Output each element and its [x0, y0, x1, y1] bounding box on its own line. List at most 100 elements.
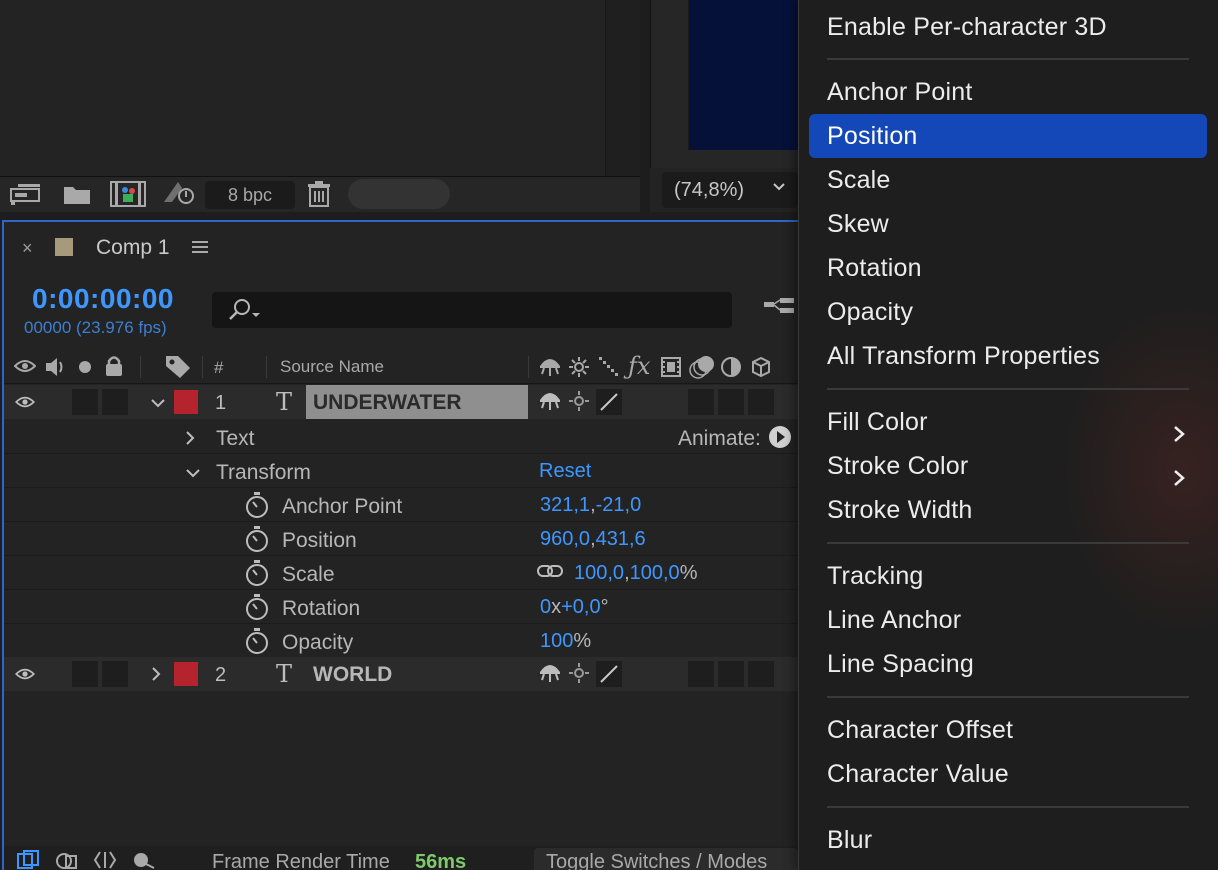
- chevron-right-icon[interactable]: [184, 430, 196, 451]
- chevron-right-icon[interactable]: [150, 666, 162, 687]
- stopwatch-icon[interactable]: [244, 559, 270, 592]
- menu-item-enable-per-character-3d[interactable]: Enable Per-character 3D: [809, 5, 1207, 49]
- in-out-duration-icon[interactable]: [92, 850, 118, 870]
- color-depth-button[interactable]: 8 bpc: [205, 181, 295, 209]
- menu-item-opacity[interactable]: Opacity: [809, 290, 1207, 334]
- lock-switch[interactable]: [102, 661, 128, 687]
- anchor-y-value[interactable]: -21,0: [596, 494, 642, 516]
- scale-value[interactable]: 100,0,100,0%: [574, 562, 697, 585]
- property-row[interactable]: [4, 624, 798, 658]
- menu-item-character-offset[interactable]: Character Offset: [809, 708, 1207, 752]
- menu-item-anchor-point[interactable]: Anchor Point: [809, 70, 1207, 114]
- rotation-degrees-value[interactable]: +0,0: [561, 596, 600, 618]
- layer-number: 2: [215, 664, 227, 686]
- scale-y-value[interactable]: 100,0: [630, 562, 680, 584]
- transform-reset-link[interactable]: Reset: [539, 460, 591, 483]
- quality-switch[interactable]: [596, 661, 622, 687]
- property-row[interactable]: [4, 522, 798, 556]
- layer-name[interactable]: UNDERWATER: [313, 391, 462, 415]
- layer-search-input[interactable]: [212, 292, 732, 328]
- adjustment-switch[interactable]: [718, 389, 744, 415]
- new-folder-icon[interactable]: [62, 182, 94, 211]
- solo-switch[interactable]: [72, 389, 98, 415]
- project-scrollbar[interactable]: [606, 0, 640, 178]
- menu-separator: [827, 696, 1189, 698]
- menu-separator: [827, 542, 1189, 544]
- adjustment-switch[interactable]: [718, 661, 744, 687]
- transform-group-row[interactable]: [4, 454, 798, 488]
- stopwatch-icon[interactable]: [244, 491, 270, 524]
- menu-item-all-transform-properties[interactable]: All Transform Properties: [809, 334, 1207, 378]
- menu-item-character-value[interactable]: Character Value: [809, 752, 1207, 796]
- anchor-x-value[interactable]: 321,1: [540, 494, 590, 516]
- collapse-switch-icon[interactable]: [568, 662, 590, 689]
- menu-item-skew[interactable]: Skew: [809, 202, 1207, 246]
- animate-play-icon[interactable]: [768, 425, 792, 454]
- current-time-display[interactable]: 0:00:00:00: [32, 283, 174, 315]
- chevron-down-icon[interactable]: [185, 466, 201, 484]
- position-y-value[interactable]: 431,6: [596, 528, 646, 550]
- tab-comp-title[interactable]: Comp 1: [96, 236, 170, 260]
- stopwatch-icon[interactable]: [244, 525, 270, 558]
- lock-switch[interactable]: [102, 389, 128, 415]
- audio-switch-header-icon: [44, 356, 68, 383]
- text-layer-icon: T: [276, 388, 293, 416]
- toggle-switches-modes-button[interactable]: Toggle Switches / Modes: [534, 848, 798, 870]
- quality-switch[interactable]: [596, 389, 622, 415]
- constrain-proportions-link-icon[interactable]: [537, 563, 563, 584]
- new-composition-icon[interactable]: [110, 180, 146, 213]
- interpret-footage-icon[interactable]: [10, 181, 44, 212]
- render-queue-icon[interactable]: [160, 178, 200, 213]
- shy-switch-icon[interactable]: [537, 662, 563, 689]
- render-time-icon[interactable]: [130, 850, 156, 870]
- menu-item-tracking[interactable]: Tracking: [809, 554, 1207, 598]
- layer-number: 1: [215, 392, 227, 414]
- stopwatch-icon[interactable]: [244, 593, 270, 626]
- menu-item-stroke-color[interactable]: Stroke Color: [809, 444, 1207, 488]
- comp-mini-flowchart-icon[interactable]: [16, 850, 42, 870]
- rotation-value[interactable]: 0x+0,0°: [540, 596, 609, 619]
- stopwatch-icon[interactable]: [244, 627, 270, 660]
- visibility-eye-icon[interactable]: [14, 667, 36, 686]
- rotation-revolutions-value[interactable]: 0: [540, 596, 551, 618]
- source-name-header[interactable]: Source Name: [280, 357, 384, 377]
- layer-label-color[interactable]: [174, 390, 198, 414]
- 3d-layer-switch[interactable]: [748, 661, 774, 687]
- panel-menu-icon[interactable]: [192, 240, 208, 254]
- position-x-value[interactable]: 960,0: [540, 528, 590, 550]
- thumbnail-size-slider[interactable]: [348, 179, 450, 209]
- menu-item-rotation[interactable]: Rotation: [809, 246, 1207, 290]
- menu-separator: [827, 806, 1189, 808]
- trash-icon[interactable]: [306, 180, 332, 213]
- menu-item-line-spacing[interactable]: Line Spacing: [809, 642, 1207, 686]
- position-value[interactable]: 960,0,431,6: [540, 528, 646, 551]
- menu-item-blur[interactable]: Blur: [809, 818, 1207, 862]
- shy-switch-icon[interactable]: [537, 390, 563, 417]
- property-row[interactable]: [4, 590, 798, 624]
- 3d-layer-switch[interactable]: [748, 389, 774, 415]
- solo-switch[interactable]: [72, 661, 98, 687]
- menu-item-fill-color[interactable]: Fill Color: [809, 400, 1207, 444]
- viewer-canvas[interactable]: [688, 0, 798, 150]
- menu-item-position[interactable]: Position: [809, 114, 1207, 158]
- chevron-down-icon[interactable]: [150, 396, 166, 414]
- motion-blur-switch[interactable]: [688, 661, 714, 687]
- menu-item-stroke-width[interactable]: Stroke Width: [809, 488, 1207, 532]
- collapse-switch-icon[interactable]: [568, 390, 590, 417]
- menu-item-scale[interactable]: Scale: [809, 158, 1207, 202]
- project-list-area[interactable]: [0, 0, 606, 178]
- anchor-point-value[interactable]: 321,1,-21,0: [540, 494, 641, 517]
- opacity-percent-value[interactable]: 100: [540, 630, 573, 652]
- layer-name[interactable]: WORLD: [313, 663, 392, 687]
- close-tab-button[interactable]: ×: [22, 238, 33, 259]
- comp-flowchart-icon[interactable]: [764, 296, 798, 322]
- scale-x-value[interactable]: 100,0: [574, 562, 624, 584]
- solo-header-icon: [78, 360, 92, 379]
- blend-modes-icon[interactable]: [54, 850, 80, 870]
- visibility-eye-icon[interactable]: [14, 395, 36, 414]
- opacity-value[interactable]: 100%: [540, 630, 591, 653]
- motion-blur-switch[interactable]: [688, 389, 714, 415]
- menu-item-line-anchor[interactable]: Line Anchor: [809, 598, 1207, 642]
- layer-label-color[interactable]: [174, 662, 198, 686]
- menu-item-label: Fill Color: [827, 408, 928, 436]
